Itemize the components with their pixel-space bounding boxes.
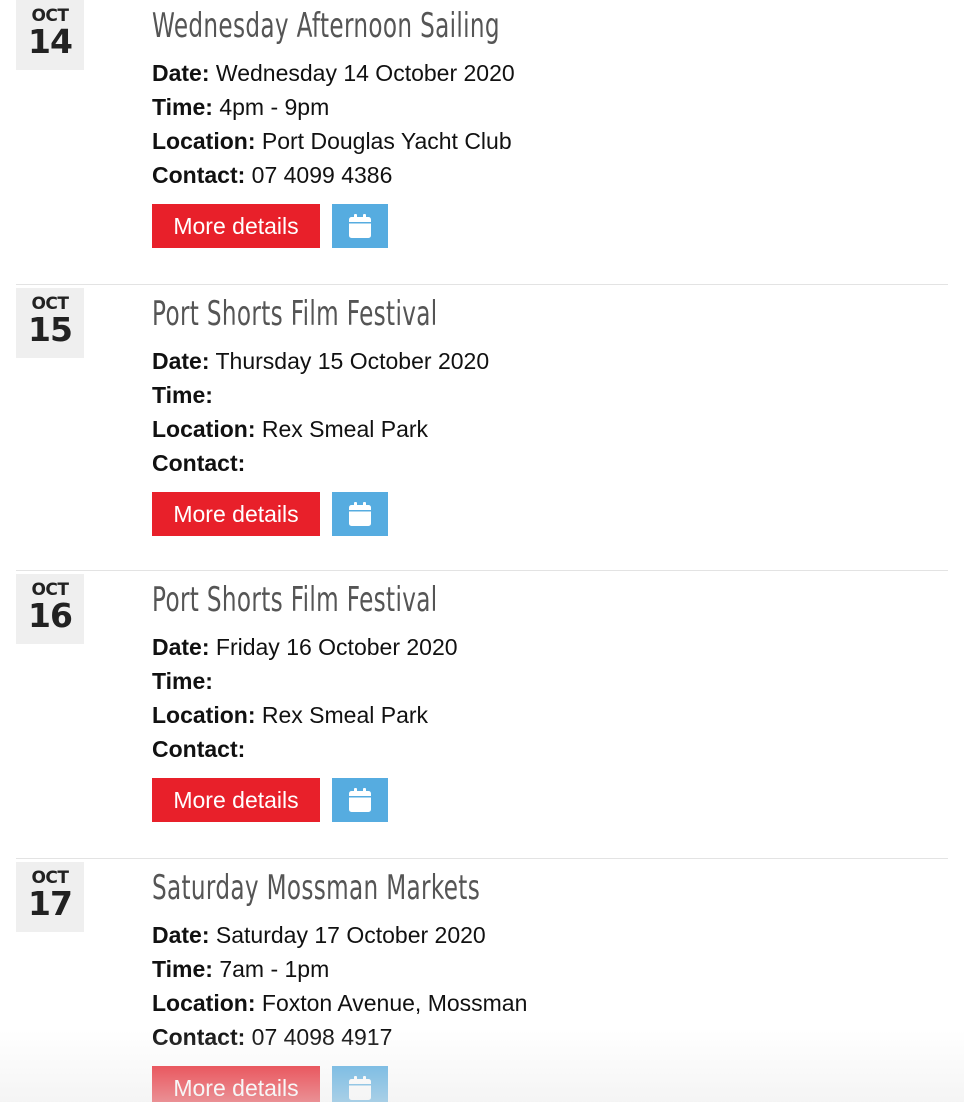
more-details-button[interactable]: More details bbox=[152, 778, 320, 822]
event-divider bbox=[16, 858, 948, 859]
date-label: Date: bbox=[152, 348, 210, 374]
time-label: Time: bbox=[152, 668, 213, 694]
location-value: Rex Smeal Park bbox=[261, 416, 429, 442]
date-badge: OCT 14 bbox=[16, 0, 84, 70]
event-divider bbox=[16, 570, 948, 571]
event-date: Date: Wednesday 14 October 2020 bbox=[152, 58, 515, 88]
time-label: Time: bbox=[152, 956, 213, 982]
time-label: Time: bbox=[152, 382, 213, 408]
location-label: Location: bbox=[152, 128, 256, 154]
event-date: Date: Friday 16 October 2020 bbox=[152, 632, 458, 662]
calendar-icon bbox=[349, 214, 371, 238]
more-details-button[interactable]: More details bbox=[152, 1066, 320, 1102]
time-value: 4pm - 9pm bbox=[219, 94, 330, 120]
event-location: Location: Rex Smeal Park bbox=[152, 414, 428, 444]
add-to-calendar-button[interactable] bbox=[332, 492, 388, 536]
event-date: Date: Thursday 15 October 2020 bbox=[152, 346, 489, 376]
calendar-icon bbox=[349, 502, 371, 526]
event-title[interactable]: Saturday Mossman Markets bbox=[152, 868, 480, 908]
event-contact: Contact: 07 4099 4386 bbox=[152, 160, 392, 190]
event-divider bbox=[16, 284, 948, 285]
add-to-calendar-button[interactable] bbox=[332, 1066, 388, 1102]
event-title[interactable]: Port Shorts Film Festival bbox=[152, 294, 438, 334]
event-location: Location: Port Douglas Yacht Club bbox=[152, 126, 512, 156]
location-value: Foxton Avenue, Mossman bbox=[261, 990, 528, 1016]
date-value: Friday 16 October 2020 bbox=[215, 634, 458, 660]
date-badge: OCT 15 bbox=[16, 288, 84, 358]
date-value: Saturday 17 October 2020 bbox=[215, 922, 486, 948]
event-contact: Contact: bbox=[152, 734, 245, 764]
event-time: Time: bbox=[152, 666, 213, 696]
event-date: Date: Saturday 17 October 2020 bbox=[152, 920, 486, 950]
event-time: Time: 7am - 1pm bbox=[152, 954, 329, 984]
event-title[interactable]: Wednesday Afternoon Sailing bbox=[152, 6, 500, 46]
event-location: Location: Foxton Avenue, Mossman bbox=[152, 988, 527, 1018]
calendar-icon bbox=[349, 788, 371, 812]
date-badge-day: 17 bbox=[28, 884, 73, 923]
add-to-calendar-button[interactable] bbox=[332, 778, 388, 822]
event-contact: Contact: bbox=[152, 448, 245, 478]
date-label: Date: bbox=[152, 634, 210, 660]
location-value: Port Douglas Yacht Club bbox=[261, 128, 512, 154]
bottom-fade-overlay bbox=[0, 1030, 964, 1102]
more-details-button[interactable]: More details bbox=[152, 492, 320, 536]
date-label: Date: bbox=[152, 60, 210, 86]
event-location: Location: Rex Smeal Park bbox=[152, 700, 428, 730]
date-badge-day: 16 bbox=[28, 596, 73, 635]
location-value: Rex Smeal Park bbox=[261, 702, 429, 728]
date-badge: OCT 16 bbox=[16, 574, 84, 644]
contact-label: Contact: bbox=[152, 450, 246, 476]
contact-value: 07 4098 4917 bbox=[251, 1024, 393, 1050]
more-details-button[interactable]: More details bbox=[152, 204, 320, 248]
location-label: Location: bbox=[152, 416, 256, 442]
event-time: Time: bbox=[152, 380, 213, 410]
date-badge-day: 15 bbox=[28, 310, 73, 349]
date-badge-day: 14 bbox=[28, 22, 73, 61]
event-title[interactable]: Port Shorts Film Festival bbox=[152, 580, 438, 620]
time-value: 7am - 1pm bbox=[219, 956, 330, 982]
location-label: Location: bbox=[152, 702, 256, 728]
date-badge: OCT 17 bbox=[16, 862, 84, 932]
time-label: Time: bbox=[152, 94, 213, 120]
contact-value: 07 4099 4386 bbox=[251, 162, 393, 188]
contact-label: Contact: bbox=[152, 162, 246, 188]
date-value: Thursday 15 October 2020 bbox=[215, 348, 490, 374]
date-label: Date: bbox=[152, 922, 210, 948]
location-label: Location: bbox=[152, 990, 256, 1016]
add-to-calendar-button[interactable] bbox=[332, 204, 388, 248]
contact-label: Contact: bbox=[152, 736, 246, 762]
event-time: Time: 4pm - 9pm bbox=[152, 92, 329, 122]
calendar-icon bbox=[349, 1076, 371, 1100]
event-contact: Contact: 07 4098 4917 bbox=[152, 1022, 392, 1052]
contact-label: Contact: bbox=[152, 1024, 246, 1050]
date-value: Wednesday 14 October 2020 bbox=[215, 60, 515, 86]
